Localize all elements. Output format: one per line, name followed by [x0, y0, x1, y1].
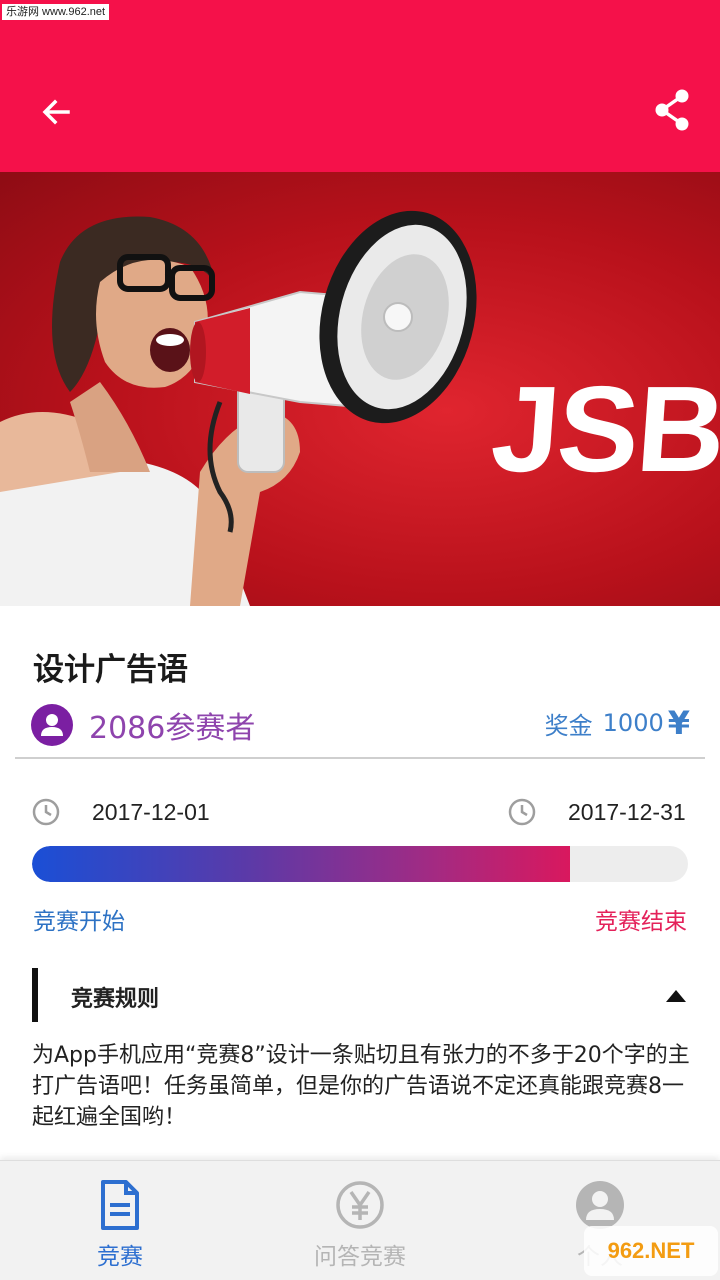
- participants-row: 2086参赛者: [31, 702, 255, 748]
- triangle-up-icon: [666, 990, 686, 1002]
- nav-tab-label: 问答竞赛: [314, 1244, 406, 1270]
- rules-header[interactable]: 竞赛规则: [32, 968, 692, 1022]
- nav-tab-qa-contest[interactable]: 问答竞赛: [240, 1161, 480, 1280]
- arrow-left-icon: [42, 99, 70, 125]
- participants-avatar: [31, 704, 73, 746]
- person-icon: [41, 714, 63, 736]
- rules-accent-bar: [32, 968, 38, 1022]
- start-date: 2017-12-01: [92, 798, 210, 825]
- person-icon: [572, 1177, 628, 1233]
- clock-icon: [508, 798, 536, 826]
- contest-progress-fill: [32, 846, 570, 882]
- yen-icon: ¥: [667, 704, 690, 742]
- divider: [15, 757, 705, 759]
- banner-logo-text: JSB: [487, 361, 720, 497]
- watermark-bottom: 962.NET: [584, 1226, 718, 1276]
- share-icon: [655, 89, 689, 131]
- nav-tab-contest[interactable]: 竞赛: [0, 1161, 240, 1280]
- end-date-row: 2017-12-31: [508, 794, 686, 830]
- yen-coin-icon: [332, 1177, 388, 1233]
- end-date: 2017-12-31: [568, 798, 686, 825]
- rules-body: 为App手机应用“竞赛8”设计一条贴切且有张力的不多于20个字的主打广告语吧！任…: [32, 1043, 690, 1130]
- start-date-row: 2017-12-01: [32, 794, 210, 830]
- end-label: 竞赛结束: [595, 909, 687, 935]
- prize: 奖金 1000 ¥: [545, 704, 690, 742]
- app-bar: [0, 0, 720, 172]
- start-label: 竞赛开始: [33, 909, 125, 935]
- participants-count: 2086参赛者: [89, 711, 256, 746]
- prize-label: 奖金: [544, 711, 593, 740]
- document-icon: [92, 1177, 148, 1233]
- share-button[interactable]: [648, 86, 696, 134]
- contest-title: 设计广告语: [33, 652, 188, 688]
- back-button[interactable]: [34, 90, 78, 134]
- watermark-top: 乐游网 www.962.net: [2, 4, 110, 20]
- prize-amount: 1000: [602, 709, 664, 737]
- collapse-toggle-button[interactable]: [664, 984, 688, 1008]
- clock-icon: [32, 798, 60, 826]
- nav-tab-label: 竞赛: [97, 1244, 143, 1270]
- contest-progress-bar: [32, 846, 688, 882]
- contest-banner-image: JSB: [0, 172, 720, 606]
- rules-title: 竞赛规则: [71, 987, 160, 1012]
